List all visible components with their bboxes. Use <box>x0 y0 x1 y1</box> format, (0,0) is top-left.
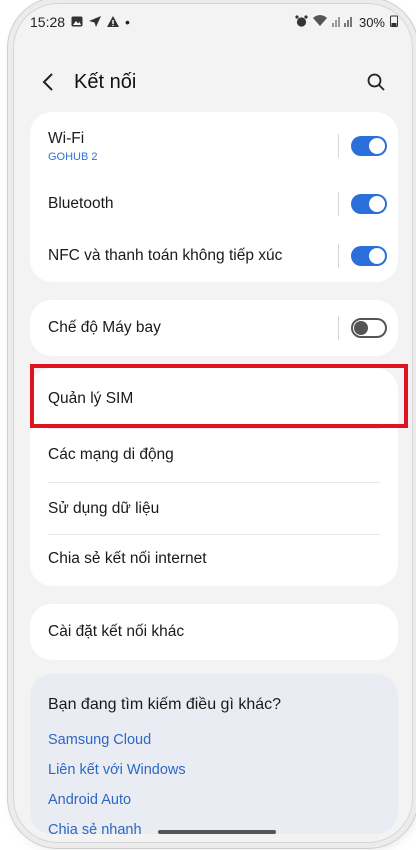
divider <box>338 244 339 268</box>
wifi-network-name: GOHUB 2 <box>48 150 98 163</box>
page-title: Kết nối <box>74 70 137 93</box>
link-to-windows-link[interactable]: Liên kết với Windows <box>48 762 186 778</box>
signal-icon <box>331 15 354 30</box>
battery-icon <box>390 15 398 30</box>
search-icon[interactable] <box>362 68 390 96</box>
wifi-row[interactable]: Wi-Fi GOHUB 2 <box>30 124 398 168</box>
highlight-box <box>30 364 408 428</box>
nfc-toggle[interactable] <box>351 246 387 266</box>
divider <box>338 316 339 340</box>
divider <box>48 428 380 429</box>
back-arrow-icon[interactable] <box>34 68 62 96</box>
alert-icon <box>107 15 120 29</box>
samsung-cloud-link[interactable]: Samsung Cloud <box>48 732 151 748</box>
wireless-group: Wi-Fi GOHUB 2 Bluetooth NFC và thanh toá… <box>30 112 398 282</box>
bluetooth-label: Bluetooth <box>48 195 114 212</box>
volume-up-button <box>8 258 11 316</box>
image-icon <box>71 16 83 29</box>
alarm-icon <box>295 14 308 30</box>
mobile-networks-label: Các mạng di động <box>48 446 174 463</box>
nfc-label: NFC và thanh toán không tiếp xúc <box>48 247 283 264</box>
app-bar: Kết nối <box>14 60 412 104</box>
hotspot-row[interactable]: Chia sẻ kết nối internet <box>30 536 398 582</box>
divider <box>338 192 339 216</box>
wifi-icon <box>312 14 327 30</box>
send-icon <box>89 15 102 29</box>
divider <box>338 134 339 158</box>
wifi-toggle[interactable] <box>351 136 387 156</box>
more-connection-settings-label: Cài đặt kết nối khác <box>48 623 185 640</box>
side-button <box>8 195 11 225</box>
more-connection-settings-row[interactable]: Cài đặt kết nối khác <box>30 612 398 652</box>
more-settings-group: Cài đặt kết nối khác <box>30 604 398 660</box>
bluetooth-toggle[interactable] <box>351 194 387 214</box>
status-dot: • <box>125 14 130 30</box>
battery-level: 30% <box>358 14 385 30</box>
airplane-group: Chế độ Máy bay <box>30 300 398 356</box>
suggestions-title: Bạn đang tìm kiếm điều gì khác? <box>48 696 282 713</box>
home-indicator[interactable] <box>158 830 276 834</box>
divider <box>48 534 380 535</box>
bluetooth-row[interactable]: Bluetooth <box>30 184 398 224</box>
volume-down-button <box>8 335 11 393</box>
android-auto-link[interactable]: Android Auto <box>48 792 131 808</box>
status-bar: 15:28 • 30% <box>14 4 412 40</box>
data-usage-label: Sử dụng dữ liệu <box>48 500 160 517</box>
nfc-row[interactable]: NFC và thanh toán không tiếp xúc <box>30 236 398 276</box>
mobile-networks-row[interactable]: Các mạng di động <box>30 432 398 478</box>
hotspot-label: Chia sẻ kết nối internet <box>48 550 207 567</box>
suggestions-card: Bạn đang tìm kiếm điều gì khác? Samsung … <box>30 674 398 838</box>
divider <box>48 482 380 483</box>
airplane-mode-label: Chế độ Máy bay <box>48 319 161 336</box>
quick-share-link[interactable]: Chia sẻ nhanh <box>48 822 142 838</box>
status-time: 15:28 <box>30 14 66 30</box>
airplane-mode-toggle[interactable] <box>351 318 387 338</box>
wifi-label: Wi-Fi <box>48 129 85 147</box>
data-usage-row[interactable]: Sử dụng dữ liệu <box>30 486 398 532</box>
airplane-mode-row[interactable]: Chế độ Máy bay <box>30 308 398 348</box>
